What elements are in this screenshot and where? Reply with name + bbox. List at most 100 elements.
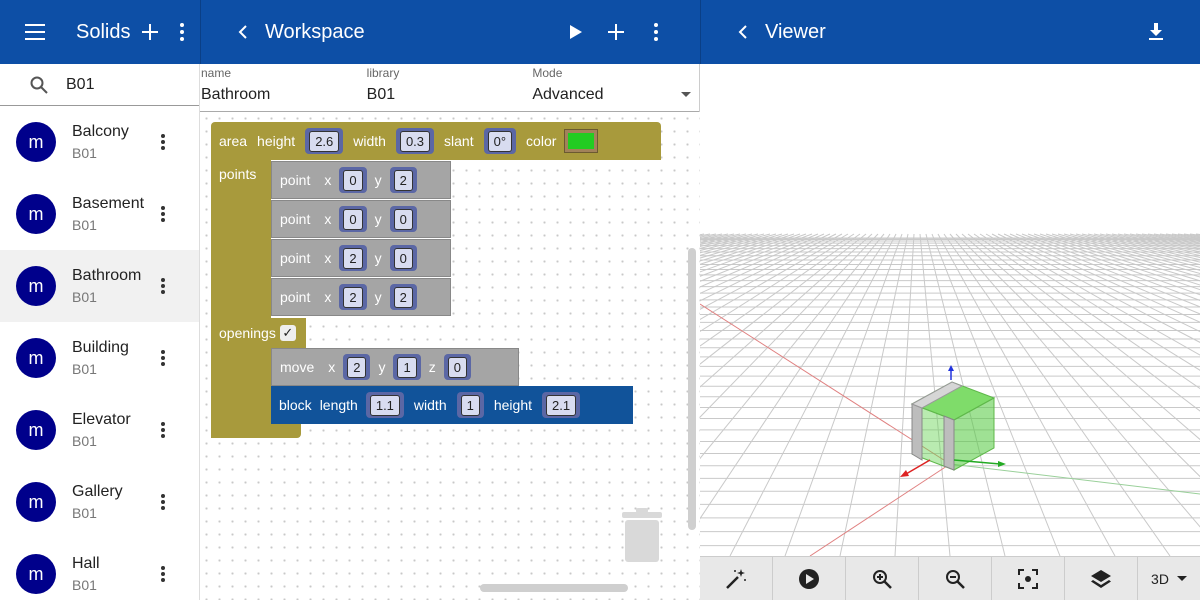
- zoom-out-icon[interactable]: [919, 557, 992, 600]
- x-input[interactable]: 2: [339, 245, 367, 271]
- item-library: B01: [72, 577, 97, 593]
- horizontal-scrollbar[interactable]: [480, 584, 628, 592]
- x-input[interactable]: 0: [339, 206, 367, 232]
- color-swatch[interactable]: [564, 129, 599, 153]
- color-label: color: [526, 133, 557, 149]
- search-bar: [0, 64, 199, 106]
- x-input[interactable]: 2: [339, 284, 367, 310]
- add-block-button[interactable]: [596, 12, 636, 52]
- center-focus-icon[interactable]: [992, 557, 1065, 600]
- block-width-input[interactable]: 1: [456, 392, 484, 418]
- block-keyword: block: [279, 397, 312, 413]
- run-button[interactable]: [556, 12, 596, 52]
- layers-icon[interactable]: [1065, 557, 1138, 600]
- viewer-panel: 3D: [700, 64, 1200, 600]
- y-input[interactable]: 2: [389, 167, 417, 193]
- item-more-icon[interactable]: [151, 418, 175, 442]
- y-input[interactable]: 0: [389, 245, 417, 271]
- item-library: B01: [72, 217, 97, 233]
- y-label: y: [374, 289, 382, 305]
- dimension-select[interactable]: 3D: [1138, 557, 1200, 600]
- y-label: y: [374, 172, 382, 188]
- list-item[interactable]: m Elevator B01: [0, 394, 199, 466]
- 3d-viewport[interactable]: [700, 64, 1200, 556]
- avatar: m: [16, 338, 56, 378]
- x-label: x: [328, 359, 336, 375]
- app: Solids Workspace Viewer B01 m Balcony B0…: [0, 0, 1200, 600]
- point-block[interactable]: point x 2 y 2: [271, 278, 451, 316]
- avatar: m: [16, 482, 56, 522]
- chevron-down-icon[interactable]: [681, 92, 691, 97]
- item-more-icon[interactable]: [151, 562, 175, 586]
- add-solid-button[interactable]: [130, 12, 170, 52]
- trash-icon[interactable]: [620, 508, 664, 564]
- x-input[interactable]: 0: [339, 167, 367, 193]
- solid-form: name Bathroom library B01 Mode Advanced: [200, 64, 699, 112]
- item-name: Basement: [72, 195, 145, 212]
- list-item[interactable]: m Basement B01: [0, 178, 199, 250]
- y-input[interactable]: 0: [389, 206, 417, 232]
- avatar: m: [16, 194, 56, 234]
- list-item[interactable]: m Gallery B01: [0, 466, 199, 538]
- openings-label: openings: [219, 325, 276, 341]
- name-label: name: [201, 66, 232, 80]
- move-z-input[interactable]: 0: [443, 354, 471, 380]
- width-label: width: [353, 133, 386, 149]
- point-block[interactable]: point x 2 y 0: [271, 239, 451, 277]
- item-library: B01: [72, 505, 97, 521]
- avatar: m: [16, 122, 56, 162]
- zoom-in-icon[interactable]: [846, 557, 919, 600]
- move-x-input[interactable]: 2: [343, 354, 371, 380]
- height-input[interactable]: 2.6: [305, 128, 344, 154]
- workspace-back-icon[interactable]: [223, 12, 263, 52]
- mode-value[interactable]: Advanced: [532, 86, 603, 104]
- viewer-back-icon[interactable]: [723, 12, 763, 52]
- length-input[interactable]: 1.1: [365, 392, 404, 418]
- library-value[interactable]: B01: [367, 86, 395, 104]
- name-field[interactable]: name Bathroom: [200, 64, 366, 111]
- axis-z-arrow: [905, 459, 931, 475]
- solids-list: m Balcony B01 m Basement B01 m Bathroom B01…: [0, 106, 199, 600]
- workspace-panel: name Bathroom library B01 Mode Advanced …: [200, 64, 700, 600]
- list-item[interactable]: m Building B01: [0, 322, 199, 394]
- y-input[interactable]: 2: [389, 284, 417, 310]
- magic-wand-icon[interactable]: [700, 557, 773, 600]
- solids-more-icon[interactable]: [170, 12, 194, 52]
- item-more-icon[interactable]: [151, 346, 175, 370]
- blockly-canvas[interactable]: area height 2.6 width 0.3 slant 0° color…: [200, 112, 700, 600]
- width-input[interactable]: 0.3: [395, 128, 435, 154]
- menu-icon[interactable]: [16, 12, 56, 52]
- download-icon[interactable]: [1136, 12, 1176, 52]
- vertical-scrollbar[interactable]: [688, 248, 696, 530]
- list-item-selected[interactable]: m Bathroom B01: [0, 250, 199, 322]
- list-item[interactable]: m Hall B01: [0, 538, 199, 600]
- mode-select[interactable]: Mode Advanced: [531, 64, 699, 111]
- viewer-title: Viewer: [765, 20, 826, 43]
- list-item[interactable]: m Balcony B01: [0, 106, 199, 178]
- item-name: Elevator: [72, 411, 131, 428]
- viewer-header: Viewer: [700, 0, 1200, 64]
- library-field[interactable]: library B01: [366, 64, 532, 111]
- height-label: height: [257, 133, 296, 149]
- solid-block[interactable]: block length 1.1 width 1 height 2.1: [271, 386, 633, 424]
- area-block[interactable]: area height 2.6 width 0.3 slant 0° color: [211, 122, 661, 160]
- point-block[interactable]: point x 0 y 2: [271, 161, 451, 199]
- slant-input[interactable]: 0°: [483, 128, 517, 154]
- item-more-icon[interactable]: [151, 202, 175, 226]
- move-y-input[interactable]: 1: [393, 354, 421, 380]
- point-keyword: point: [280, 211, 311, 227]
- x-label: x: [324, 172, 332, 188]
- item-name: Building: [72, 339, 129, 356]
- openings-checkbox[interactable]: ✓: [279, 325, 296, 341]
- point-keyword: point: [280, 250, 311, 266]
- name-value[interactable]: Bathroom: [201, 86, 270, 104]
- item-more-icon[interactable]: [151, 130, 175, 154]
- search-input[interactable]: [66, 75, 186, 94]
- block-height-input[interactable]: 2.1: [542, 392, 581, 418]
- play-circle-icon[interactable]: [773, 557, 846, 600]
- move-block[interactable]: move x 2 y 1 z 0: [271, 348, 519, 386]
- item-more-icon[interactable]: [151, 274, 175, 298]
- item-more-icon[interactable]: [151, 490, 175, 514]
- workspace-more-icon[interactable]: [636, 12, 676, 52]
- point-block[interactable]: point x 0 y 0: [271, 200, 451, 238]
